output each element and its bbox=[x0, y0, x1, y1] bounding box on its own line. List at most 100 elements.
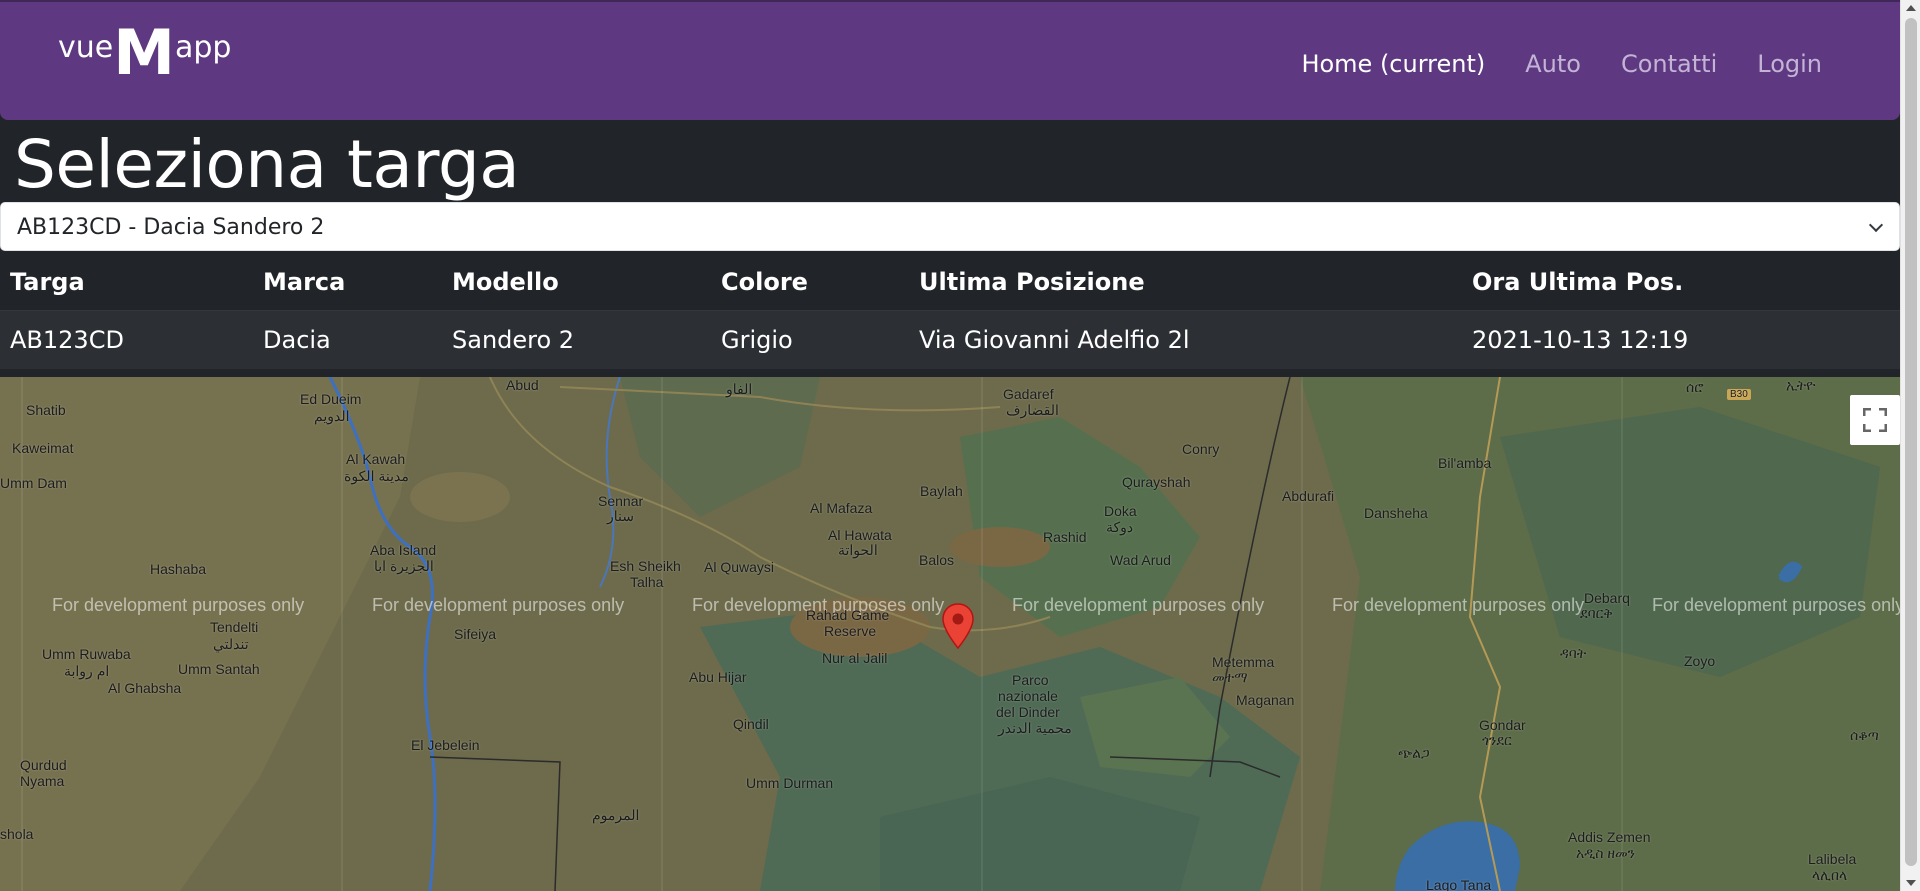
map-label: Conry bbox=[1182, 441, 1220, 457]
map-label: ሰሮ bbox=[1686, 379, 1704, 395]
map-label: Al Quwaysi bbox=[704, 559, 775, 575]
map-label: الدويم bbox=[314, 408, 350, 424]
map-label: سنار bbox=[607, 508, 634, 524]
brand-logo[interactable]: vueMapp bbox=[58, 22, 231, 84]
map-label: Maganan bbox=[1236, 692, 1295, 708]
nav-item-home[interactable]: Home (current) bbox=[1301, 50, 1485, 78]
table-row: AB123CD Dacia Sandero 2 Grigio Via Giova… bbox=[0, 311, 1900, 369]
cell-targa: AB123CD bbox=[10, 326, 124, 354]
map-label: Umm Santah bbox=[178, 661, 260, 677]
cell-colore: Grigio bbox=[721, 326, 793, 354]
plate-select-value: AB123CD - Dacia Sandero 2 bbox=[17, 215, 325, 240]
map-label: ጎንደር bbox=[1482, 732, 1512, 748]
navbar: vueMapp Home (current) Auto Contatti Log… bbox=[0, 0, 1900, 120]
map-label: ኢትዮ bbox=[1786, 377, 1816, 393]
map-label: Umm Durman bbox=[746, 775, 834, 791]
table-header-row: Targa Marca Modello Colore Ultima Posizi… bbox=[0, 253, 1900, 311]
fullscreen-icon bbox=[1863, 408, 1887, 432]
page-scrollbar[interactable] bbox=[1900, 0, 1920, 891]
map-label: Shatib bbox=[26, 402, 66, 418]
header-ultima-posizione: Ultima Posizione bbox=[919, 268, 1145, 296]
map-label: Doka bbox=[1104, 503, 1137, 519]
map-label: ላሊበላ bbox=[1812, 867, 1848, 883]
header-marca: Marca bbox=[263, 268, 346, 296]
map-label: Dansheha bbox=[1364, 505, 1428, 521]
map-label: Sennar bbox=[598, 493, 644, 509]
header-modello: Modello bbox=[452, 268, 559, 296]
brand-suffix: app bbox=[174, 30, 232, 65]
map-label: Abud bbox=[506, 377, 539, 393]
map-label: Rahad Game bbox=[806, 607, 890, 623]
vehicle-table: Targa Marca Modello Colore Ultima Posizi… bbox=[0, 253, 1900, 369]
header-colore: Colore bbox=[721, 268, 808, 296]
map-label: Wad Arud bbox=[1110, 552, 1171, 568]
map-label: Umm Ruwaba bbox=[42, 646, 131, 662]
cell-marca: Dacia bbox=[263, 326, 331, 354]
dev-watermark: For development purposes only bbox=[1332, 595, 1585, 615]
map-label: تندلتي bbox=[213, 636, 249, 652]
map-label: Qurdud bbox=[20, 757, 67, 773]
dev-watermark: For development purposes only bbox=[52, 595, 305, 615]
nav-item-contatti[interactable]: Contatti bbox=[1621, 50, 1717, 78]
scroll-down-arrow-icon[interactable] bbox=[1906, 880, 1916, 886]
cell-ora-ultima-pos: 2021-10-13 12:19 bbox=[1472, 326, 1689, 354]
map-label: Addis Zemen bbox=[1568, 829, 1651, 845]
map-label: Zoyo bbox=[1684, 653, 1716, 669]
map-label: Hashaba bbox=[150, 561, 207, 577]
map-label: الفاو bbox=[726, 381, 753, 397]
map-label: Balos bbox=[919, 552, 955, 568]
map-label: القضارف bbox=[1006, 402, 1059, 418]
map-label: Gondar bbox=[1479, 717, 1526, 733]
map-label: Reserve bbox=[824, 623, 877, 639]
map-label: Tendelti bbox=[210, 619, 259, 635]
map-label: Abu Hijar bbox=[689, 669, 747, 685]
map-view[interactable]: For development purposes only For develo… bbox=[0, 377, 1900, 891]
map-label: مدينة الكوة bbox=[344, 468, 409, 484]
plate-select[interactable]: AB123CD - Dacia Sandero 2 bbox=[0, 202, 1900, 251]
page-title: Seleziona targa bbox=[14, 126, 520, 203]
map-label: الجزيرة ابا bbox=[374, 558, 434, 574]
scrollbar-thumb[interactable] bbox=[1905, 18, 1917, 866]
map-label: Sifeiya bbox=[454, 626, 497, 642]
map-label: Parco bbox=[1012, 672, 1049, 688]
map-label: محمية الدندر bbox=[998, 720, 1072, 736]
map-label: ዳባት bbox=[1560, 645, 1587, 661]
road-shield: B30 bbox=[1727, 389, 1751, 400]
map-label: Al Hawata bbox=[828, 527, 892, 543]
map-label: Nur al Jalil bbox=[822, 650, 888, 666]
map-label: Baylah bbox=[920, 483, 963, 499]
dev-watermark: For development purposes only bbox=[1012, 595, 1265, 615]
map-label: ሰቆጣ bbox=[1850, 727, 1879, 743]
nav-item-auto[interactable]: Auto bbox=[1525, 50, 1581, 78]
map-label: El Jebelein bbox=[411, 737, 480, 753]
header-ora-ultima-pos: Ora Ultima Pos. bbox=[1472, 268, 1684, 296]
map-label: Bil'amba bbox=[1438, 455, 1492, 471]
dev-watermark: For development purposes only bbox=[1652, 595, 1900, 615]
map-label: መተማ bbox=[1212, 669, 1248, 685]
map-label: Al Ghabsha bbox=[108, 680, 182, 696]
map-label: Abdurafi bbox=[1282, 488, 1335, 504]
nav-menu: Home (current) Auto Contatti Login bbox=[1301, 50, 1822, 78]
map-label: المرموم bbox=[592, 807, 640, 823]
map-label: del Dinder bbox=[996, 704, 1060, 720]
map-label: Debarq bbox=[1584, 590, 1630, 606]
nav-item-login[interactable]: Login bbox=[1757, 50, 1822, 78]
map-label: አዲስ ዘመን bbox=[1576, 845, 1636, 861]
fullscreen-button[interactable] bbox=[1850, 395, 1900, 445]
brand-big-letter: M bbox=[113, 16, 175, 89]
map-label: shola bbox=[0, 826, 34, 842]
map-label: Umm Dam bbox=[0, 475, 67, 491]
cell-ultima-posizione: Via Giovanni Adelfio 2l bbox=[919, 326, 1190, 354]
map-label: Lago Tana bbox=[1426, 877, 1492, 891]
chevron-down-icon bbox=[1868, 217, 1884, 233]
map-label: الحواتة bbox=[838, 542, 878, 558]
map-label: Al Mafaza bbox=[810, 500, 873, 516]
map-label: ደባርቅ bbox=[1580, 605, 1613, 621]
header-targa: Targa bbox=[10, 268, 85, 296]
map-label: Talha bbox=[630, 574, 664, 590]
map-label: Nyama bbox=[20, 773, 65, 789]
map-label: Kaweimat bbox=[12, 440, 74, 456]
scroll-up-arrow-icon[interactable] bbox=[1906, 5, 1916, 11]
map-label: Al Kawah bbox=[346, 451, 406, 467]
map-label: Qurayshah bbox=[1122, 474, 1191, 490]
